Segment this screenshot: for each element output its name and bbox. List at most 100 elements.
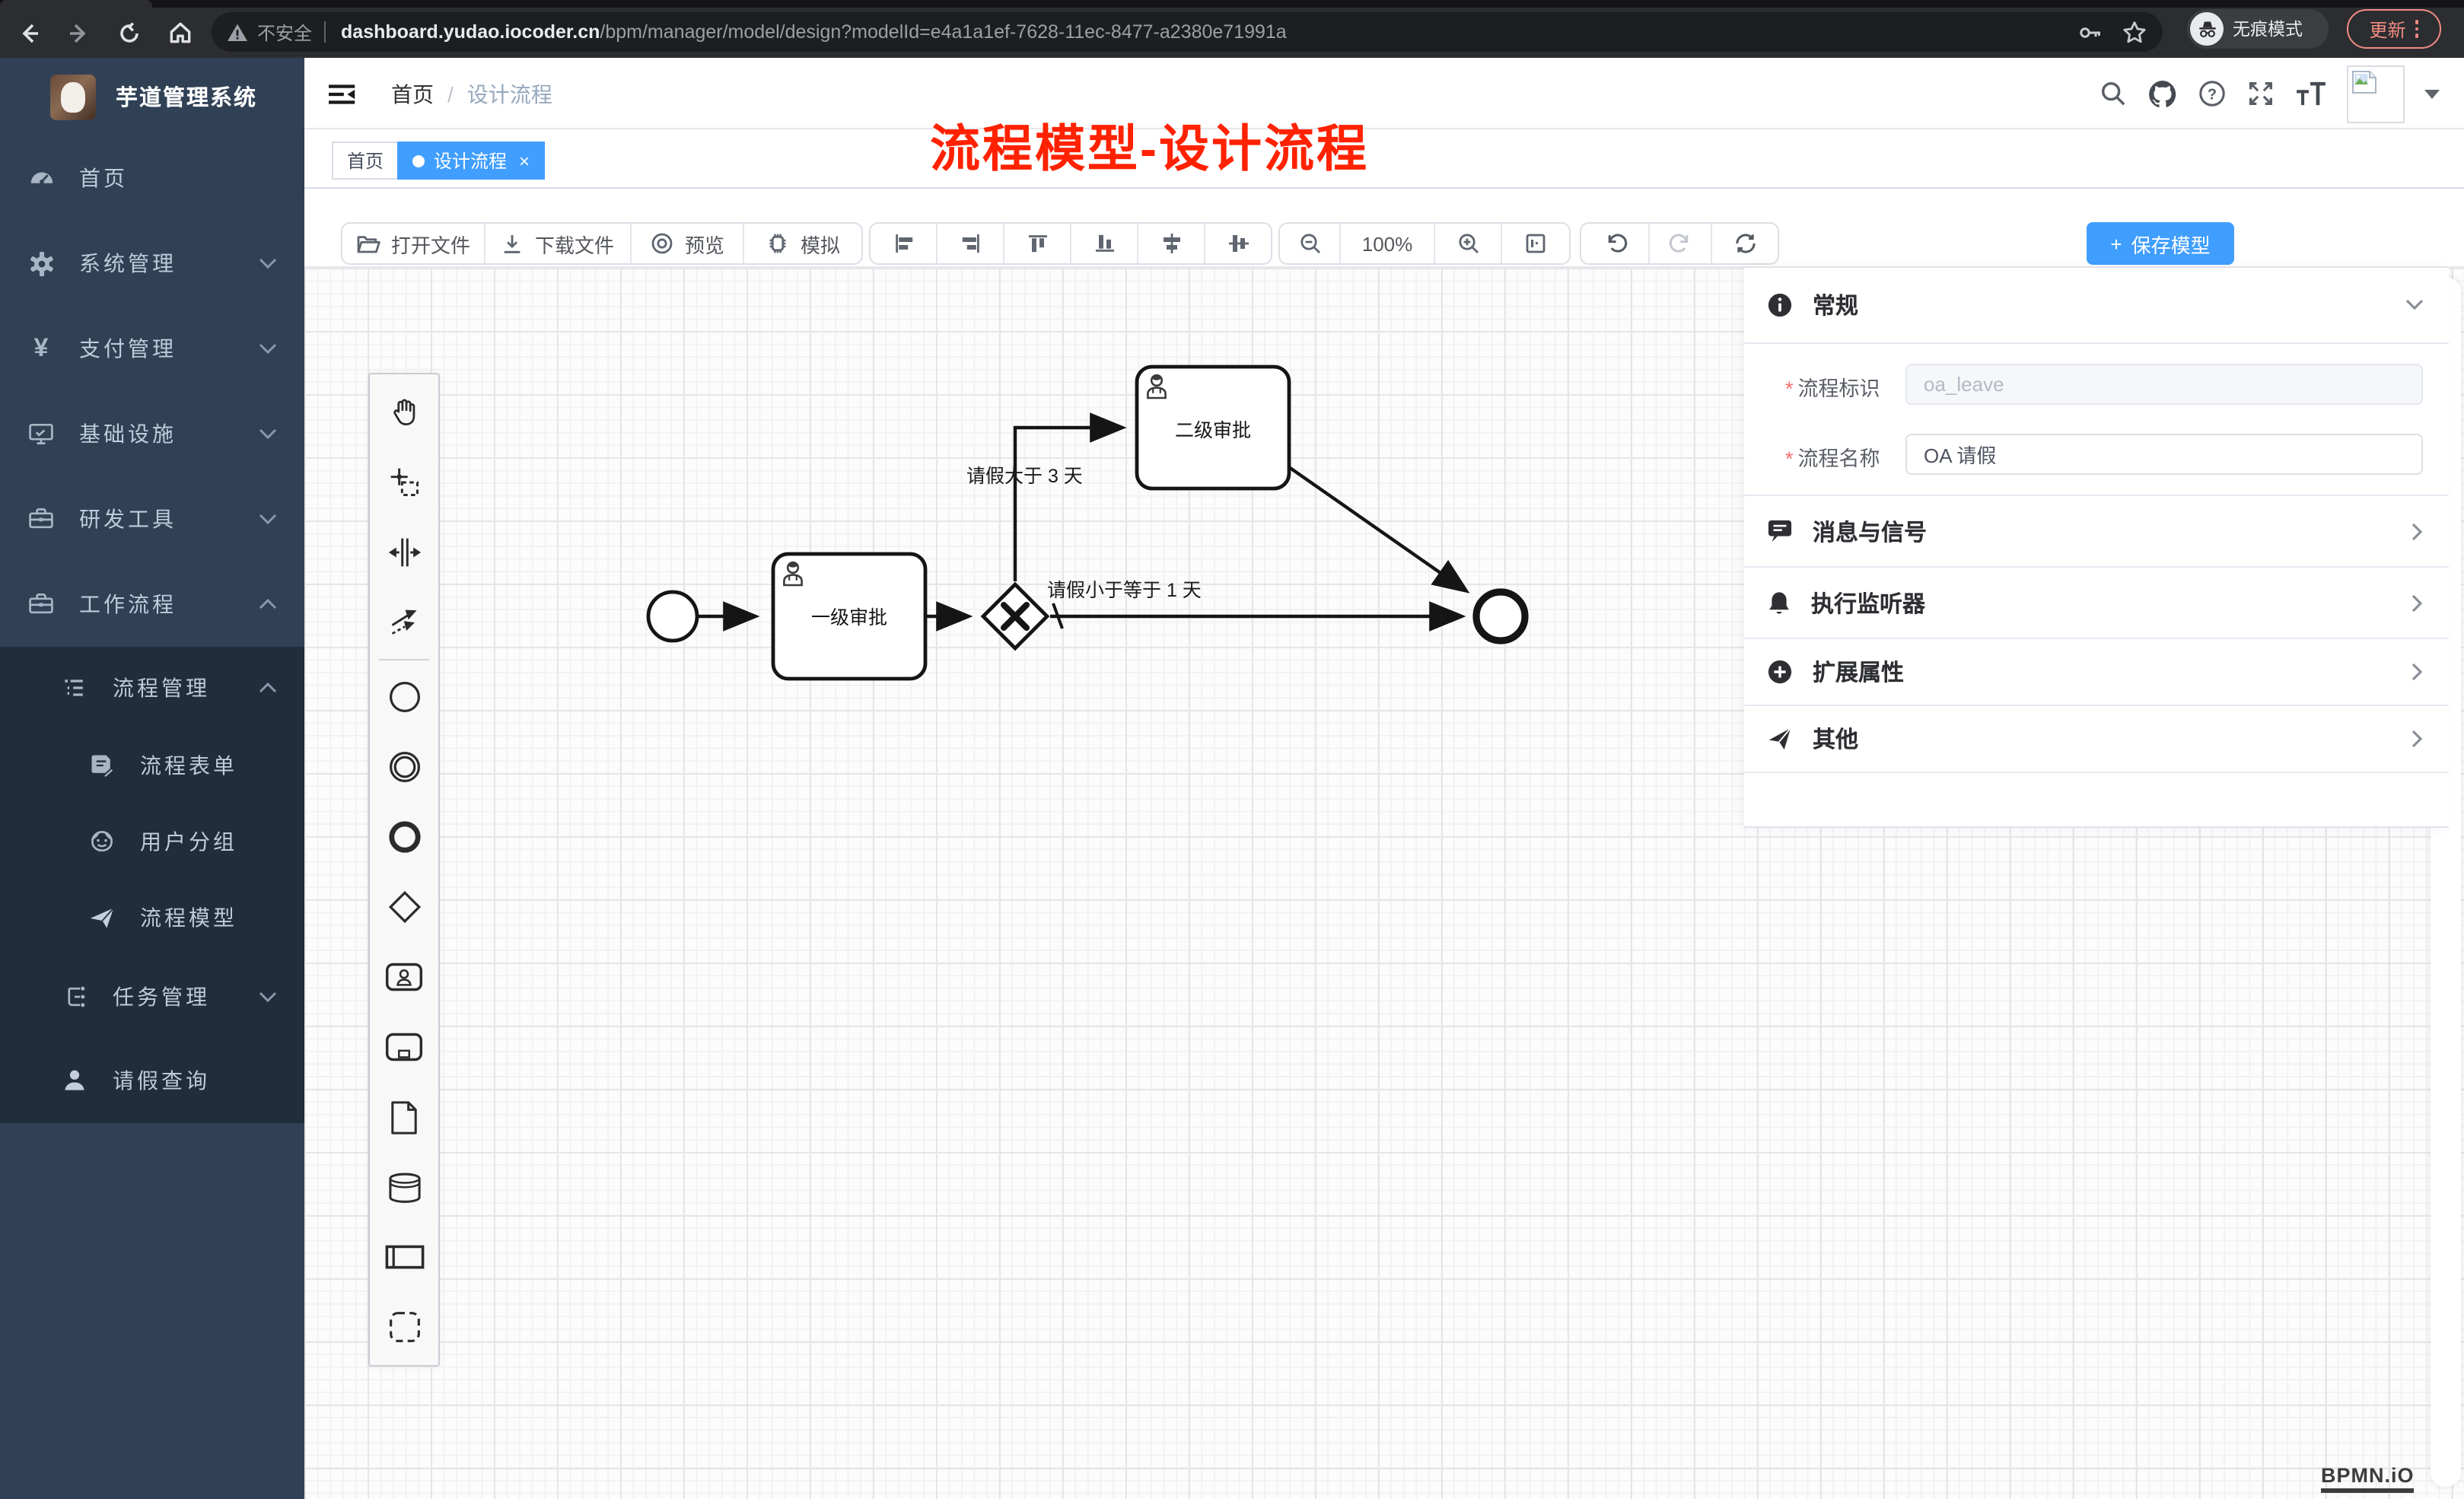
- sidebar-item-pay[interactable]: ¥ 支付管理: [0, 306, 304, 391]
- fit-viewport-button[interactable]: [1502, 224, 1569, 263]
- update-label[interactable]: 更新: [2369, 16, 2405, 42]
- space-tool[interactable]: [370, 517, 438, 587]
- monitor-icon: [26, 420, 56, 447]
- create-start-event[interactable]: [370, 662, 438, 732]
- panel-section-extended-attrs[interactable]: 扩展属性: [1744, 639, 2449, 706]
- back-icon[interactable]: [12, 16, 46, 49]
- password-key-icon[interactable]: [2077, 19, 2103, 45]
- panel-section-general[interactable]: 常规: [1744, 268, 2449, 344]
- end-event[interactable]: [1476, 592, 1525, 641]
- font-size-icon[interactable]: [2295, 81, 2327, 107]
- create-gateway[interactable]: [370, 872, 438, 942]
- create-user-task[interactable]: [370, 942, 438, 1012]
- user-task-1[interactable]: 一级审批: [773, 554, 925, 679]
- restart-button[interactable]: [1712, 224, 1778, 263]
- create-data-object[interactable]: [370, 1082, 438, 1152]
- tab-close-icon[interactable]: ×: [519, 150, 530, 171]
- start-event[interactable]: [648, 592, 697, 641]
- address-bar[interactable]: 不安全 dashboard.yudao.iocoder.cn/bpm/manag…: [212, 12, 2163, 52]
- flow-label-gt[interactable]: 请假大于 3 天: [966, 466, 1083, 487]
- panel-section-message-signal[interactable]: 消息与信号: [1744, 496, 2449, 568]
- security-label[interactable]: 不安全: [257, 19, 312, 45]
- sidebar-item-infra[interactable]: 基础设施: [0, 391, 304, 476]
- sidebar-item-home[interactable]: 首页: [0, 135, 304, 221]
- create-group[interactable]: [370, 1292, 438, 1362]
- fullscreen-icon[interactable]: [2246, 79, 2275, 108]
- sidebar-item-process-model[interactable]: 流程模型: [0, 880, 304, 956]
- preview-button[interactable]: 预览: [632, 224, 744, 263]
- sidebar-item-devtools[interactable]: 研发工具: [0, 476, 304, 562]
- create-subprocess[interactable]: [370, 1012, 438, 1082]
- panel-section-other[interactable]: 其他: [1744, 706, 2449, 773]
- sidebar-item-task-mgmt[interactable]: 任务管理: [0, 956, 304, 1038]
- avatar[interactable]: [2347, 65, 2405, 123]
- document-edit-icon: [87, 752, 117, 779]
- sidebar-item-process-mgmt[interactable]: 流程管理: [0, 647, 304, 727]
- breadcrumb-home[interactable]: 首页: [391, 78, 434, 109]
- preview-icon: [650, 231, 674, 256]
- zoom-in-button[interactable]: [1435, 224, 1502, 263]
- briefcase-icon: [26, 590, 56, 618]
- incognito-badge: 无痕模式: [2187, 9, 2329, 49]
- flow-task2-to-end[interactable]: [1289, 467, 1466, 590]
- zoom-out-button[interactable]: [1280, 224, 1341, 263]
- help-icon[interactable]: ?: [2198, 79, 2227, 108]
- save-model-button[interactable]: + 保存模型: [2087, 222, 2234, 265]
- exclusive-gateway[interactable]: [983, 584, 1047, 648]
- sidebar-item-user-group[interactable]: 用户分组: [0, 804, 304, 880]
- align-center-button[interactable]: [1205, 224, 1271, 263]
- align-bottom-button[interactable]: [1071, 224, 1138, 263]
- tab-design-process[interactable]: 设计流程 ×: [397, 142, 545, 180]
- github-icon[interactable]: [2147, 78, 2178, 109]
- create-participant[interactable]: [370, 1222, 438, 1292]
- user-task-2[interactable]: 二级审批: [1137, 367, 1289, 489]
- align-middle-button[interactable]: [1138, 224, 1205, 263]
- create-end-event[interactable]: [370, 802, 438, 872]
- tags-view-bar: 首页 设计流程 ×: [304, 129, 2464, 189]
- app-logo-row[interactable]: 芋道管理系统: [0, 58, 304, 135]
- avatar-caret-icon[interactable]: [2424, 89, 2440, 98]
- global-connect-tool[interactable]: [370, 587, 438, 657]
- chevron-down-icon: [259, 342, 277, 355]
- warning-icon: [227, 22, 248, 42]
- lasso-tool[interactable]: [370, 447, 438, 517]
- chip-icon: [766, 231, 790, 256]
- bookmark-star-icon[interactable]: [2122, 19, 2147, 45]
- create-data-store[interactable]: [370, 1152, 438, 1222]
- simulate-button[interactable]: 模拟: [744, 224, 861, 263]
- browser-menu-icon[interactable]: [2415, 21, 2419, 38]
- browser-update-button[interactable]: 更新: [2347, 9, 2441, 49]
- create-intermediate-event[interactable]: [370, 732, 438, 802]
- redo-button[interactable]: [1650, 224, 1712, 263]
- open-file-button[interactable]: 打开文件: [342, 224, 485, 263]
- flow-label-le[interactable]: 请假小于等于 1 天: [1047, 580, 1202, 601]
- zoom-level[interactable]: 100%: [1341, 224, 1435, 263]
- search-icon[interactable]: [2099, 79, 2128, 108]
- bpmn-io-logo[interactable]: BPMN.iO: [2321, 1464, 2415, 1493]
- forward-icon[interactable]: [62, 16, 96, 49]
- sidebar-item-process-form[interactable]: 流程表单: [0, 727, 304, 804]
- palette-divider: [379, 659, 429, 660]
- flow-gateway-to-task2[interactable]: [1015, 428, 1122, 581]
- align-top-button[interactable]: [1004, 224, 1071, 263]
- breadcrumb: 首页 / 设计流程: [391, 58, 552, 129]
- svg-text:?: ?: [2208, 87, 2217, 103]
- browser-active-tab[interactable]: [0, 0, 152, 8]
- download-file-button[interactable]: 下载文件: [485, 224, 632, 263]
- align-left-button[interactable]: [871, 224, 938, 263]
- hand-tool[interactable]: [370, 377, 438, 447]
- panel-section-execution-listener[interactable]: 执行监听器: [1744, 568, 2449, 639]
- sidebar-item-system[interactable]: 系统管理: [0, 221, 304, 306]
- align-right-button[interactable]: [938, 224, 1004, 263]
- process-name-input[interactable]: [1905, 434, 2423, 475]
- toolbox-icon: [26, 505, 56, 533]
- sidebar-item-leave-query[interactable]: 请假查询: [0, 1038, 304, 1123]
- sidebar-collapse-icon[interactable]: [329, 82, 356, 107]
- sidebar-item-workflow[interactable]: 工作流程: [0, 562, 304, 647]
- process-key-input[interactable]: [1905, 364, 2423, 405]
- url-separator: [324, 21, 326, 43]
- tab-home[interactable]: 首页: [332, 142, 399, 180]
- home-icon[interactable]: [163, 16, 196, 49]
- undo-button[interactable]: [1581, 224, 1650, 263]
- reload-icon[interactable]: [113, 16, 146, 49]
